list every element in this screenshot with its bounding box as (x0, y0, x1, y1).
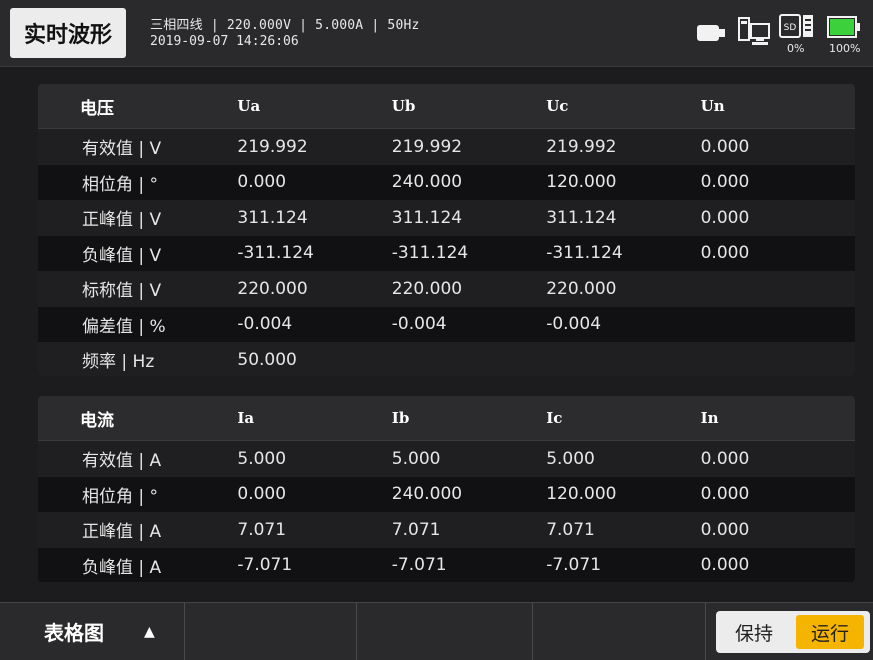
cell-value: 220.000 (391, 278, 463, 299)
table-row: 相位角 | ° 0.000 240.000 120.000 0.000 (38, 164, 855, 200)
cell-value: 311.124 (546, 207, 617, 228)
cell-value: 0.000 (700, 555, 750, 576)
table-row: 负峰值 | V -311.124 -311.124 -311.124 0.000 (38, 235, 855, 271)
table-row: 相位角 | ° 0.000 240.000 120.000 0.000 (38, 476, 855, 512)
voltage-panel: 电压 Ua Ub Uc Un 有效值 | V 219.992 219.992 2… (38, 84, 855, 376)
cell-value: -7.071 (546, 555, 602, 576)
view-mode-button[interactable]: 表格图 ▲ (0, 603, 184, 660)
sd-usage-label: 0% (787, 42, 805, 55)
column-header: Ic (546, 409, 563, 427)
column-header: Ib (391, 409, 410, 427)
cell-value: -0.004 (546, 314, 602, 335)
cell-value: 219.992 (237, 136, 308, 157)
table-row: 正峰值 | V 311.124 311.124 311.124 0.000 (38, 200, 855, 236)
top-status-bar: 实时波形 三相四线 | 220.000V | 5.000A | 50Hz 201… (0, 0, 873, 67)
cell-value: 50.000 (237, 349, 297, 370)
cell-value: 311.124 (237, 207, 308, 228)
current-rows: 有效值 | A 5.000 5.000 5.000 0.000 相位角 | ° … (38, 441, 855, 582)
divider (705, 603, 706, 660)
voltage-title: 电压 (80, 98, 114, 119)
hold-button[interactable]: 保持 (716, 611, 792, 653)
cell-value: 120.000 (546, 484, 617, 505)
cell-value: 0.000 (700, 136, 750, 157)
row-label: 正峰值 | A (82, 522, 162, 543)
voltage-rows: 有效值 | V 219.992 219.992 219.992 0.000 相位… (38, 129, 855, 376)
cell-value: 7.071 (237, 519, 287, 540)
softkey-empty-2[interactable] (357, 603, 532, 660)
cell-value: 0.000 (700, 519, 750, 540)
table-row: 偏差值 | % -0.004 -0.004 -0.004 (38, 306, 855, 342)
table-row: 频率 | Hz 50.000 (38, 342, 855, 376)
table-row: 标称值 | V 220.000 220.000 220.000 (38, 271, 855, 307)
network-icon (738, 17, 770, 45)
row-label: 有效值 | V (82, 139, 162, 160)
cell-value: 120.000 (546, 172, 617, 193)
wiring-info: 三相四线 | 220.000V | 5.000A | 50Hz (150, 18, 420, 33)
run-button[interactable]: 运行 (796, 615, 864, 649)
cell-value: 7.071 (546, 519, 595, 540)
bottom-toolbar: 表格图 ▲ 保持 运行 (0, 602, 873, 660)
cell-value: 0.000 (700, 243, 750, 264)
table-row: 有效值 | V 219.992 219.992 219.992 0.000 (38, 129, 855, 165)
column-header: Ua (237, 97, 261, 115)
row-label: 频率 | Hz (82, 352, 155, 373)
table-row: 有效值 | A 5.000 5.000 5.000 0.000 (38, 441, 855, 477)
cell-value: 0.000 (237, 484, 287, 505)
column-header: Un (700, 97, 725, 115)
softkey-empty-1[interactable] (185, 603, 356, 660)
cell-value: 219.992 (391, 136, 463, 157)
cell-value: 240.000 (391, 484, 463, 505)
cell-value: 220.000 (546, 278, 617, 299)
hold-run-toggle[interactable]: 保持 运行 (716, 611, 870, 653)
cell-value: -0.004 (391, 314, 447, 335)
cell-value: -7.071 (391, 555, 447, 576)
page-title[interactable]: 实时波形 (10, 8, 126, 58)
row-label: 偏差值 | % (82, 316, 166, 337)
cell-value: -311.124 (546, 243, 623, 264)
sd-card-icon: SD (779, 14, 813, 38)
row-label: 相位角 | ° (82, 174, 159, 195)
battery-label: 100% (829, 42, 861, 55)
cell-value: 0.000 (700, 172, 750, 193)
cell-value: -0.004 (237, 314, 293, 335)
datetime: 2019-09-07 14:26:06 (150, 34, 299, 49)
voltage-header: 电压 Ua Ub Uc Un (38, 84, 855, 129)
cell-value: 220.000 (237, 278, 308, 299)
current-panel: 电流 Ia Ib Ic In 有效值 | A 5.000 5.000 5.000… (38, 396, 855, 582)
column-header: Uc (546, 97, 569, 115)
row-label: 有效值 | A (82, 451, 162, 472)
column-header: Ub (391, 97, 416, 115)
cell-value: -311.124 (391, 243, 469, 264)
svg-text:SD: SD (784, 23, 797, 33)
triangle-up-icon: ▲ (144, 623, 155, 640)
battery-icon (827, 16, 860, 38)
cell-value: -7.071 (237, 555, 293, 576)
cell-value: -311.124 (237, 243, 314, 264)
cell-value: 5.000 (391, 448, 441, 469)
cell-value: 0.000 (237, 172, 287, 193)
cell-value: 0.000 (700, 484, 750, 505)
softkey-empty-3[interactable] (533, 603, 705, 660)
column-header: In (700, 409, 719, 427)
table-row: 正峰值 | A 7.071 7.071 7.071 0.000 (38, 512, 855, 548)
cell-value: 7.071 (391, 519, 441, 540)
row-label: 正峰值 | V (82, 210, 162, 231)
table-row: 负峰值 | A -7.071 -7.071 -7.071 0.000 (38, 547, 855, 582)
cell-value: 219.992 (546, 136, 617, 157)
row-label: 负峰值 | A (82, 557, 162, 578)
usb-icon (697, 25, 725, 41)
current-title: 电流 (80, 410, 114, 431)
column-header: Ia (237, 409, 255, 427)
cell-value: 5.000 (237, 448, 287, 469)
cell-value: 0.000 (700, 207, 750, 228)
cell-value: 240.000 (391, 172, 463, 193)
cell-value: 0.000 (700, 448, 750, 469)
row-label: 负峰值 | V (82, 245, 162, 266)
current-header: 电流 Ia Ib Ic In (38, 396, 855, 441)
cell-value: 311.124 (391, 207, 463, 228)
cell-value: 5.000 (546, 448, 595, 469)
row-label: 标称值 | V (82, 281, 162, 302)
row-label: 相位角 | ° (82, 486, 159, 507)
view-mode-label: 表格图 (44, 621, 104, 645)
